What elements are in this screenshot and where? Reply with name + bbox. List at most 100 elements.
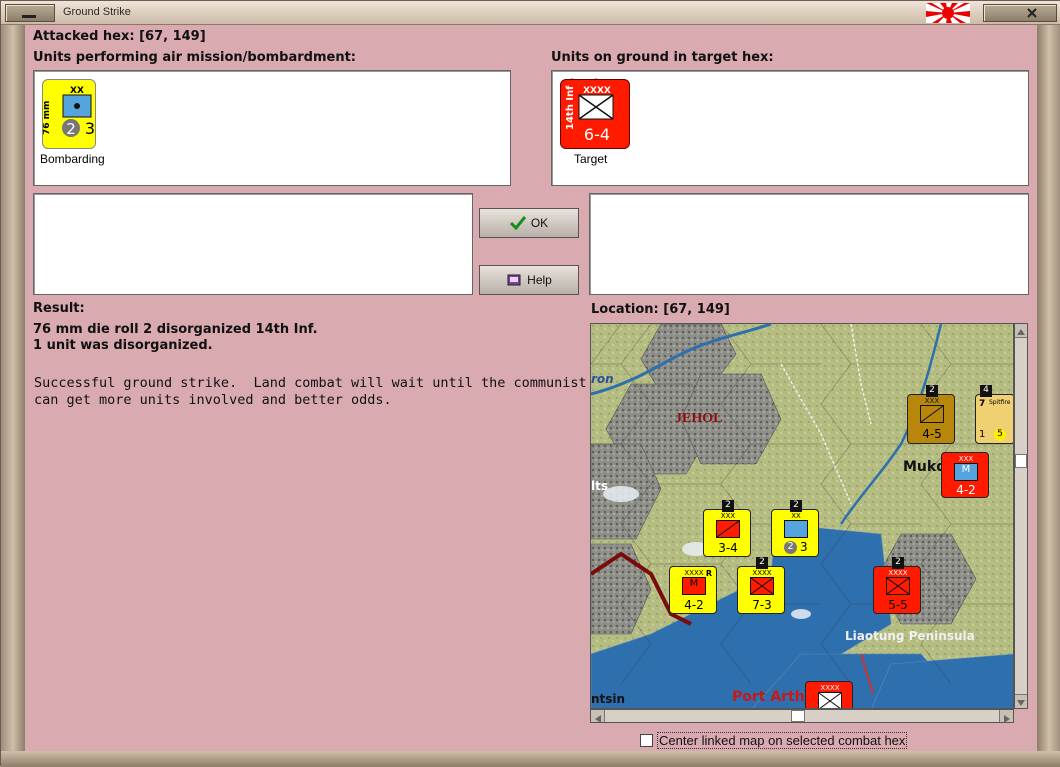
map-counter-4-strength: 3-4: [718, 541, 738, 555]
vertical-scroll-thumb[interactable]: [1015, 454, 1027, 468]
location-label: Location: [67, 149]: [591, 302, 730, 317]
air-units-label: Units performing air mission/bombardment…: [33, 50, 357, 65]
close-button[interactable]: [983, 4, 1057, 22]
map-counter-3-strength: 4-2: [956, 483, 976, 497]
unit-name: 76 mm: [43, 101, 52, 135]
map-counter-7[interactable]: 2 XXXX 7-3: [737, 557, 785, 614]
target-caption: Target: [574, 152, 608, 166]
result-message-line-1: Successful ground strike. Land combat wi…: [34, 375, 587, 391]
map-vertical-scrollbar[interactable]: [1014, 323, 1028, 709]
bombarding-unit-counter[interactable]: 76 mm XX 2 3: [42, 79, 96, 149]
system-menu-button[interactable]: [5, 4, 55, 22]
map-counter-5[interactable]: 2 XX 2 3: [771, 500, 819, 557]
ground-units-label: Units on ground in target hex:: [551, 50, 774, 65]
dialog-content: Attacked hex: [67, 149] Units performing…: [25, 25, 1037, 751]
bombarding-caption: Bombarding: [40, 152, 105, 166]
map-counter-4[interactable]: 2 XXX 3-4: [703, 500, 751, 557]
map-label-mukden: Mukd: [903, 459, 947, 475]
map-counter-8-stack: 2: [892, 557, 904, 569]
scroll-up-arrow-icon[interactable]: [1015, 324, 1027, 338]
target-unit-counter[interactable]: 14th Inf XXXX 6-4: [560, 79, 630, 149]
air-units-list[interactable]: 76 mm XX 2 3 Bombarding: [33, 70, 511, 186]
horizontal-scroll-thumb[interactable]: [791, 710, 805, 722]
map-counter-7-size: XXXX: [752, 569, 772, 577]
scroll-down-arrow-icon[interactable]: [1015, 694, 1027, 708]
map-counter-7-strength: 7-3: [752, 598, 772, 612]
map-counter-7-stack: 2: [756, 557, 768, 569]
map-counter-1-symbol: [920, 405, 944, 423]
svg-text:3: 3: [85, 119, 95, 138]
left-frame: [1, 25, 25, 753]
map-counter-3-symbol: M: [954, 463, 978, 481]
window-title: Ground Strike: [63, 6, 131, 18]
ok-button[interactable]: OK: [479, 208, 579, 238]
scroll-left-arrow-icon[interactable]: [591, 710, 605, 723]
map-counter-3[interactable]: XXX M 4-2: [941, 452, 989, 498]
map-counter-1[interactable]: 2 XXX 4-5: [907, 385, 955, 444]
map-label-port-arthur: Port Arth: [732, 689, 805, 705]
map-counter-8-strength: 5-5: [888, 598, 908, 612]
result-message-line-2: can get more units involved and better o…: [34, 392, 392, 408]
map-counter-2[interactable]: 4 7 Spitfire 1 5: [975, 385, 1013, 444]
map-label-liaotung: Liaotung Peninsula: [845, 629, 975, 643]
map-counter-5-strength-left: 2: [784, 541, 797, 554]
map-counter-8-size: XXXX: [888, 569, 908, 577]
map-counter-2-strength: 1: [979, 429, 986, 440]
svg-text:6-4: 6-4: [584, 125, 610, 144]
map-counter-5-size: XX: [791, 512, 801, 520]
rising-sun-flag-icon: [926, 3, 970, 23]
map-counter-8[interactable]: 2 XXXX 5-5: [873, 557, 921, 614]
map-counter-6[interactable]: XXXX R M 4-2: [669, 566, 717, 614]
map-counter-2-name: Spitfire: [989, 399, 1011, 406]
scroll-right-arrow-icon[interactable]: [999, 710, 1013, 723]
map-label-left-b: ntsin: [591, 692, 626, 706]
air-details-panel: [33, 193, 473, 295]
minimize-icon: [22, 15, 36, 18]
map-counter-2-stack: 4: [980, 385, 992, 397]
map-horizontal-scrollbar[interactable]: [590, 709, 1014, 723]
close-icon: [1027, 8, 1037, 18]
map-counter-5-symbol: [784, 520, 808, 538]
map-counter-2-size: 7: [979, 399, 986, 409]
map-counter-4-size: XXX: [720, 512, 736, 520]
map-counter-8-symbol: [886, 577, 910, 595]
help-button-label: Help: [527, 273, 552, 287]
result-line-2: 1 unit was disorganized.: [33, 338, 213, 353]
ground-units-list[interactable]: 14th Inf XXXX 6-4 Target: [551, 70, 1029, 186]
title-bar: Ground Strike: [1, 1, 1060, 25]
attacked-hex-label: Attacked hex: [67, 149]: [33, 29, 206, 44]
result-label: Result:: [33, 301, 85, 316]
bottom-frame: [1, 751, 1060, 767]
help-book-icon: [507, 274, 521, 286]
map-counter-9-symbol: [818, 692, 842, 708]
dialog-window: Ground Strike Attacked hex: [67, 149] Un…: [0, 0, 1060, 767]
map-counter-4-symbol: [716, 520, 740, 538]
checkmark-icon: [509, 216, 526, 230]
map-label-jehol: JEHOL: [675, 411, 723, 426]
map-label-left-c: ron: [591, 372, 614, 386]
map-counter-9[interactable]: XXXX: [805, 681, 853, 708]
map-counter-1-stack: 2: [926, 385, 938, 397]
svg-text:2: 2: [66, 120, 76, 138]
center-linked-map-checkbox[interactable]: [640, 734, 653, 747]
map-counter-4-stack: 2: [722, 500, 734, 512]
map-counter-6-marker: R: [705, 569, 712, 578]
right-frame: [1037, 25, 1060, 753]
map-counter-6-strength: 4-2: [684, 598, 704, 612]
map-counter-5-stack: 2: [790, 500, 802, 512]
location-map[interactable]: JEHOL Mukd Liaotung Peninsula Port Arth …: [590, 323, 1014, 709]
help-button[interactable]: Help: [479, 265, 579, 295]
map-counter-6-symbol: M: [682, 577, 706, 595]
map-counter-1-strength: 4-5: [922, 427, 942, 441]
center-linked-map-label[interactable]: Center linked map on selected combat hex: [657, 732, 908, 749]
result-line-1: 76 mm die roll 2 disorganized 14th Inf.: [33, 322, 318, 337]
map-counter-7-symbol: [750, 577, 774, 595]
ground-details-panel: [589, 193, 1029, 295]
map-counter-9-size: XXXX: [820, 684, 840, 692]
map-counter-1-size: XXX: [924, 397, 940, 405]
map-counter-5-strength: 3: [800, 540, 808, 554]
map-label-left-a: lts: [591, 479, 608, 493]
map-counter-3-size: XXX: [958, 455, 974, 463]
map-counter-2-extra: 5: [994, 429, 1006, 441]
svg-text:14th Inf: 14th Inf: [565, 85, 576, 130]
